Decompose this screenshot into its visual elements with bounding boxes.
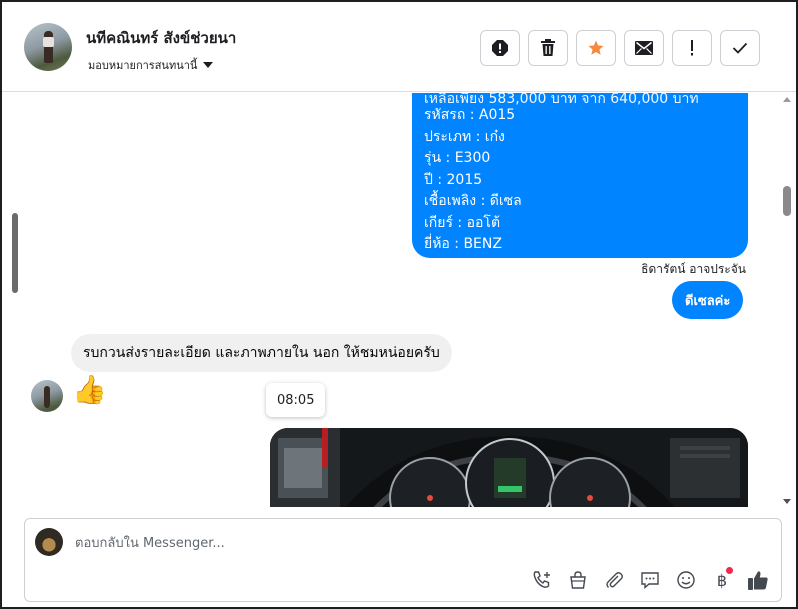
phone-add-icon bbox=[533, 571, 550, 588]
reply-composer: ฿ bbox=[24, 518, 782, 602]
assign-conversation-dropdown[interactable]: มอบหมายการสนทนานี้ bbox=[88, 56, 214, 74]
scrollbar-thumb[interactable] bbox=[783, 186, 791, 216]
delete-button[interactable] bbox=[528, 30, 568, 66]
send-like-button[interactable] bbox=[745, 567, 771, 593]
message-line: เชื้อเพลิง : ดีเซล bbox=[424, 193, 522, 209]
contact-avatar[interactable] bbox=[24, 23, 72, 71]
attach-button[interactable] bbox=[601, 567, 627, 593]
mark-spam-button[interactable] bbox=[480, 30, 520, 66]
thumbs-up-icon bbox=[748, 571, 768, 590]
envelope-icon bbox=[635, 41, 653, 55]
messenger-conversation-window: นทีคณินทร์ สังข์ช่วยนา มอบหมายการสนทนานี… bbox=[0, 0, 798, 609]
conversation-header: นทีคณินทร์ สังข์ช่วยนา มอบหมายการสนทนานี… bbox=[2, 2, 796, 92]
star-icon bbox=[588, 40, 604, 55]
conversation-toolbar bbox=[480, 30, 760, 66]
assign-label: มอบหมายการสนทนานี้ bbox=[88, 59, 198, 72]
thread-scrollbar[interactable] bbox=[780, 93, 794, 507]
left-edge-handle[interactable] bbox=[12, 213, 18, 293]
trash-icon bbox=[541, 39, 555, 56]
dashboard-photo-message[interactable] bbox=[270, 428, 748, 507]
message-line: รุ่น : E300 bbox=[424, 150, 491, 166]
mark-done-button[interactable] bbox=[720, 30, 760, 66]
reply-input[interactable] bbox=[75, 529, 675, 557]
outgoing-message-car-details[interactable]: เหลือเพียง 583,000 บาท จาก 640,000 บาท ร… bbox=[412, 93, 748, 258]
baht-icon: ฿ bbox=[716, 570, 728, 590]
chat-bubble-icon bbox=[641, 572, 659, 590]
sender-name: ธิดารัตน์ อาจประจัน bbox=[641, 262, 746, 276]
payment-button[interactable]: ฿ bbox=[709, 567, 735, 593]
message-line: ประเภท : เก๋ง bbox=[424, 128, 505, 145]
call-button[interactable] bbox=[529, 567, 555, 593]
shopping-bag-icon bbox=[570, 571, 586, 589]
car-dashboard-image bbox=[270, 428, 748, 507]
follow-up-button[interactable] bbox=[672, 30, 712, 66]
emoji-button[interactable] bbox=[673, 567, 699, 593]
timestamp-tooltip: 08:05 bbox=[266, 383, 326, 417]
exclamation-icon bbox=[691, 40, 693, 56]
composer-actions: ฿ bbox=[529, 567, 771, 593]
saved-replies-button[interactable] bbox=[637, 567, 663, 593]
message-line-partial: เหลือเพียง 583,000 บาท จาก 640,000 บาท bbox=[424, 93, 699, 105]
message-line: รหัสรถ : A015 bbox=[424, 107, 516, 123]
message-line: ปี : 2015 bbox=[424, 171, 483, 188]
outgoing-message-diesel[interactable]: ดีเซลค่ะ bbox=[672, 281, 744, 319]
paperclip-icon bbox=[606, 572, 623, 588]
page-avatar bbox=[35, 528, 63, 556]
message-line: ยี่ห้อ : BENZ bbox=[424, 236, 502, 252]
notification-dot bbox=[726, 567, 733, 574]
caret-down-icon bbox=[203, 62, 214, 68]
incoming-message-request[interactable]: รบกวนส่งรายละเอียด และภาพภายใน นอก ให้ชม… bbox=[71, 334, 452, 372]
mark-unread-button[interactable] bbox=[624, 30, 664, 66]
shop-button[interactable] bbox=[565, 567, 591, 593]
message-thread[interactable]: เหลือเพียง 583,000 บาท จาก 640,000 บาท ร… bbox=[12, 93, 782, 507]
scroll-up-arrow-icon[interactable] bbox=[783, 97, 791, 102]
spam-icon bbox=[492, 40, 508, 56]
customer-avatar[interactable] bbox=[31, 380, 63, 412]
smiley-icon bbox=[677, 571, 695, 589]
thumbs-up-emoji-message[interactable]: 👍 bbox=[72, 373, 107, 407]
star-button[interactable] bbox=[576, 30, 616, 66]
message-line: เกียร์ : ออโต้ bbox=[424, 214, 501, 231]
scroll-down-arrow-icon[interactable] bbox=[783, 499, 791, 504]
contact-name[interactable]: นทีคณินทร์ สังข์ช่วยนา bbox=[86, 26, 236, 50]
check-icon bbox=[732, 42, 748, 54]
